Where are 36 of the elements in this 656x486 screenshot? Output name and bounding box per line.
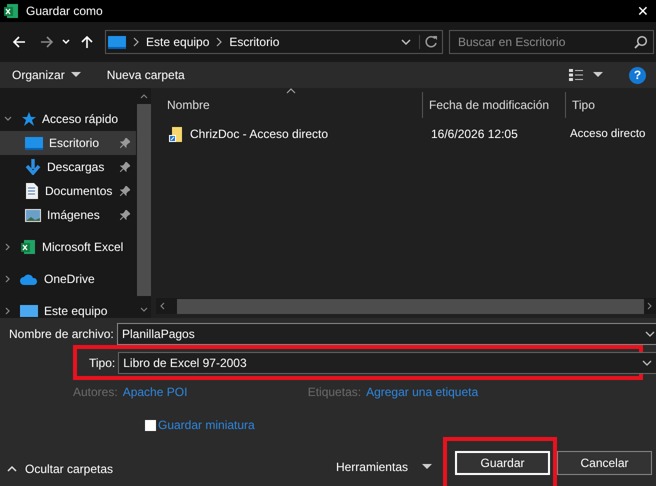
- organize-menu[interactable]: Organizar: [12, 68, 81, 82]
- sidebar-item[interactable]: Escritorio: [0, 131, 136, 155]
- authors-link[interactable]: Apache POI: [122, 385, 303, 399]
- field-label: Autores:: [73, 385, 118, 399]
- hide-folders-button[interactable]: Ocultar carpetas: [0, 462, 114, 486]
- help-button[interactable]: ?: [629, 66, 646, 84]
- save-button[interactable]: Guardar: [455, 451, 550, 475]
- tools-menu[interactable]: Herramientas: [336, 460, 432, 486]
- new-folder-button[interactable]: Nueva carpeta: [106, 68, 185, 82]
- column-header[interactable]: Tipo: [565, 92, 656, 118]
- window-title: Guardar como: [26, 4, 103, 18]
- sidebar-item[interactable]: Acceso rápido: [0, 107, 136, 131]
- column-header[interactable]: Fecha de modificación: [422, 92, 565, 118]
- breadcrumb-item[interactable]: Este equipo: [146, 35, 210, 49]
- dropdown-field[interactable]: Libro de Excel 97-2003: [118, 352, 656, 374]
- sidebar-item[interactable]: Imágenes: [0, 203, 136, 227]
- checkbox-label[interactable]: Guardar miniatura: [158, 418, 255, 432]
- field-label: Tipo:: [89, 356, 116, 370]
- sidebar-item[interactable]: Descargas: [0, 155, 136, 179]
- column-header[interactable]: Nombre: [156, 92, 422, 118]
- cancel-button[interactable]: Cancelar: [557, 451, 652, 475]
- breadcrumb-item[interactable]: Escritorio: [229, 35, 280, 49]
- sidebar-item[interactable]: Este equipo: [0, 299, 136, 318]
- search-field[interactable]: Buscar en Escritorio: [449, 30, 654, 54]
- table-cell-text: 16/6/2026 12:05: [430, 127, 519, 141]
- field-label: Etiquetas:: [308, 385, 362, 399]
- close-button[interactable]: ✕: [630, 0, 656, 22]
- table-cell-text: Acceso directo: [569, 128, 646, 140]
- address-bar[interactable]: Este equipo Escritorio: [105, 30, 443, 54]
- sidebar-item[interactable]: Microsoft Excel: [0, 235, 136, 259]
- file-name[interactable]: ChrizDoc - Acceso directo: [156, 126, 422, 142]
- sidebar-item[interactable]: Documentos: [0, 179, 136, 203]
- input-field[interactable]: PlanillaPagos: [117, 323, 656, 345]
- tags-link[interactable]: Agregar una etiqueta: [366, 385, 478, 399]
- sidebar-item[interactable]: OneDrive: [0, 267, 136, 291]
- field-label: Nombre de archivo:: [9, 327, 114, 341]
